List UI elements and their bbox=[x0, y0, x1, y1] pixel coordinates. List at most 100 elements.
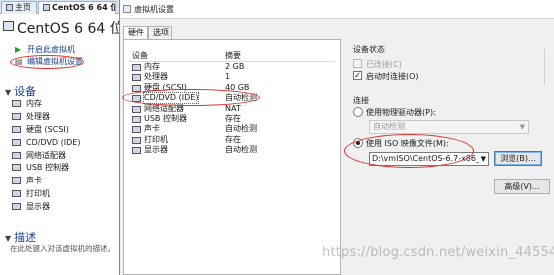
table-row[interactable]: 显示器 自动检测 bbox=[129, 145, 335, 155]
edit-settings-action[interactable]: ▤ 编辑虚拟机设置 bbox=[15, 56, 83, 68]
hard-disk-icon bbox=[12, 125, 21, 133]
memory-icon bbox=[132, 64, 141, 71]
connection-title: 连接 bbox=[353, 96, 369, 105]
usb-icon bbox=[132, 115, 141, 123]
sound-card-icon bbox=[132, 126, 141, 134]
row-summary: NAT bbox=[225, 103, 241, 113]
table-row[interactable]: 网络适配器 NAT bbox=[129, 104, 335, 114]
network-adapter-icon bbox=[12, 151, 21, 159]
collapse-icon: ▼ bbox=[5, 234, 12, 243]
display-icon bbox=[132, 147, 141, 155]
row-device: 内存 bbox=[144, 62, 160, 71]
device-label: 打印机 bbox=[26, 189, 50, 199]
device-item[interactable]: 处理器 bbox=[12, 110, 80, 123]
row-summary: 存在 bbox=[225, 134, 241, 144]
table-row[interactable]: 打印机 存在 bbox=[129, 135, 335, 145]
row-device: USB 控制器 bbox=[144, 113, 187, 123]
power-on-label: 开启此虚拟机 bbox=[27, 45, 75, 54]
chevron-down-icon: ▼ bbox=[478, 153, 486, 165]
column-header-summary[interactable]: 摘要 bbox=[225, 50, 241, 61]
browse-button[interactable]: 浏览(B)... bbox=[494, 151, 542, 166]
use-iso-image-label: 使用 ISO 映像文件(M): bbox=[366, 139, 449, 148]
chevron-down-icon: ▼ bbox=[519, 123, 525, 131]
advanced-button[interactable]: 高级(V)... bbox=[494, 179, 550, 194]
tab-vm[interactable]: CentOS 6 64 位 bbox=[38, 1, 116, 14]
iso-path-combobox[interactable]: D:\vmISO\CentOS-6.7-x86_ ▼ bbox=[369, 152, 489, 166]
device-label: 处理器 bbox=[26, 111, 50, 121]
row-summary: 自动检测 bbox=[225, 145, 257, 155]
settings-icon: ▤ bbox=[15, 57, 23, 66]
connect-at-power-on-label: 启动时连接(O) bbox=[366, 72, 419, 81]
row-device: CD/DVD (IDE) bbox=[142, 92, 200, 105]
edit-settings-label: 编辑虚拟机设置 bbox=[27, 57, 83, 66]
use-iso-image-radio[interactable] bbox=[353, 138, 363, 148]
device-item[interactable]: USB 控制器 bbox=[12, 161, 80, 174]
table-row[interactable]: 内存 2 GB bbox=[129, 62, 335, 72]
table-row[interactable]: USB 控制器 存在 bbox=[129, 114, 335, 124]
connected-label: 已连接(C) bbox=[366, 60, 402, 69]
device-item[interactable]: 显示器 bbox=[12, 200, 80, 213]
table-row-selected[interactable]: CD/DVD (IDE) 自动检测 bbox=[129, 92, 335, 105]
tab-home[interactable]: 主页 bbox=[1, 1, 37, 14]
row-summary: 自动检测 bbox=[225, 93, 257, 103]
tab-options[interactable]: 选项 bbox=[148, 26, 172, 39]
hard-disk-icon bbox=[132, 84, 141, 92]
memory-icon bbox=[12, 100, 21, 107]
hardware-panel: 设备 摘要 内存 2 GB 处理器 1 硬盘 (SCSI) 40 GB CD/D… bbox=[123, 39, 341, 275]
row-device: 打印机 bbox=[144, 134, 168, 144]
table-row[interactable]: 硬盘 (SCSI) 40 GB bbox=[129, 83, 335, 93]
home-icon bbox=[6, 4, 13, 11]
device-item[interactable]: 内存 bbox=[12, 97, 80, 110]
vm-icon bbox=[43, 4, 50, 11]
printer-icon bbox=[12, 190, 21, 198]
cd-dvd-icon bbox=[12, 138, 21, 146]
power-on-action[interactable]: ▶ 开启此虚拟机 bbox=[15, 44, 83, 56]
use-physical-drive-radio[interactable] bbox=[353, 107, 363, 117]
use-physical-drive-label: 使用物理驱动器(P): bbox=[366, 108, 436, 117]
table-header: 设备 摘要 bbox=[129, 48, 335, 62]
device-list: 内存 处理器 硬盘 (SCSI) CD/DVD (IDE) 网络适配器 USB … bbox=[12, 97, 80, 213]
device-item[interactable]: 网络适配器 bbox=[12, 149, 80, 162]
row-device: 显示器 bbox=[144, 145, 168, 155]
printer-icon bbox=[132, 136, 141, 144]
processor-icon bbox=[132, 74, 141, 82]
connected-checkbox[interactable] bbox=[353, 59, 362, 68]
device-table: 设备 摘要 内存 2 GB 处理器 1 硬盘 (SCSI) 40 GB CD/D… bbox=[129, 48, 335, 156]
device-label: 网络适配器 bbox=[26, 150, 66, 160]
device-item[interactable]: CD/DVD (IDE) bbox=[12, 136, 80, 149]
row-summary: 自动检测 bbox=[225, 124, 257, 134]
vm-title: CentOS 6 64 位 bbox=[17, 21, 124, 37]
dialog-title-bar: 虚拟机设置 bbox=[120, 0, 554, 19]
watermark: https://blog.csdn.net/weixin_44554142 bbox=[322, 245, 554, 260]
row-summary: 1 bbox=[225, 72, 231, 82]
device-label: CD/DVD (IDE) bbox=[26, 137, 81, 147]
row-summary: 2 GB bbox=[225, 62, 245, 71]
device-item[interactable]: 声卡 bbox=[12, 174, 80, 187]
description-placeholder[interactable]: 在此处键入对该虚拟机的描述。 bbox=[10, 243, 118, 254]
vm-icon bbox=[3, 21, 14, 31]
play-icon: ▶ bbox=[15, 45, 22, 54]
device-label: 显示器 bbox=[26, 202, 50, 212]
column-header-device[interactable]: 设备 bbox=[132, 50, 148, 61]
device-label: USB 控制器 bbox=[26, 163, 69, 173]
settings-icon bbox=[123, 5, 131, 13]
tab-hardware[interactable]: 硬件 bbox=[123, 26, 148, 39]
row-device: 处理器 bbox=[144, 72, 168, 82]
network-adapter-icon bbox=[132, 105, 141, 113]
display-icon bbox=[12, 203, 21, 211]
device-label: 内存 bbox=[26, 99, 42, 108]
device-item[interactable]: 硬盘 (SCSI) bbox=[12, 123, 80, 136]
device-settings-panel: 设备状态 已连接(C) ✓ 启动时连接(O) 连接 使用物理驱动器(P): 自动… bbox=[349, 39, 554, 275]
iso-path-value: D:\vmISO\CentOS-6.7-x86_ bbox=[372, 154, 481, 163]
dialog-title: 虚拟机设置 bbox=[134, 5, 174, 14]
device-label: 声卡 bbox=[26, 176, 42, 186]
row-summary: 40 GB bbox=[225, 82, 250, 92]
processor-icon bbox=[12, 112, 21, 120]
table-row[interactable]: 处理器 1 bbox=[129, 72, 335, 82]
vm-actions: ▶ 开启此虚拟机 ▤ 编辑虚拟机设置 bbox=[15, 44, 83, 68]
device-item[interactable]: 打印机 bbox=[12, 187, 80, 200]
table-row[interactable]: 声卡 自动检测 bbox=[129, 124, 335, 134]
physical-drive-select[interactable]: 自动检测 ▼ bbox=[369, 120, 529, 134]
connect-at-power-on-checkbox[interactable]: ✓ bbox=[353, 71, 362, 80]
row-device: 声卡 bbox=[144, 124, 160, 134]
